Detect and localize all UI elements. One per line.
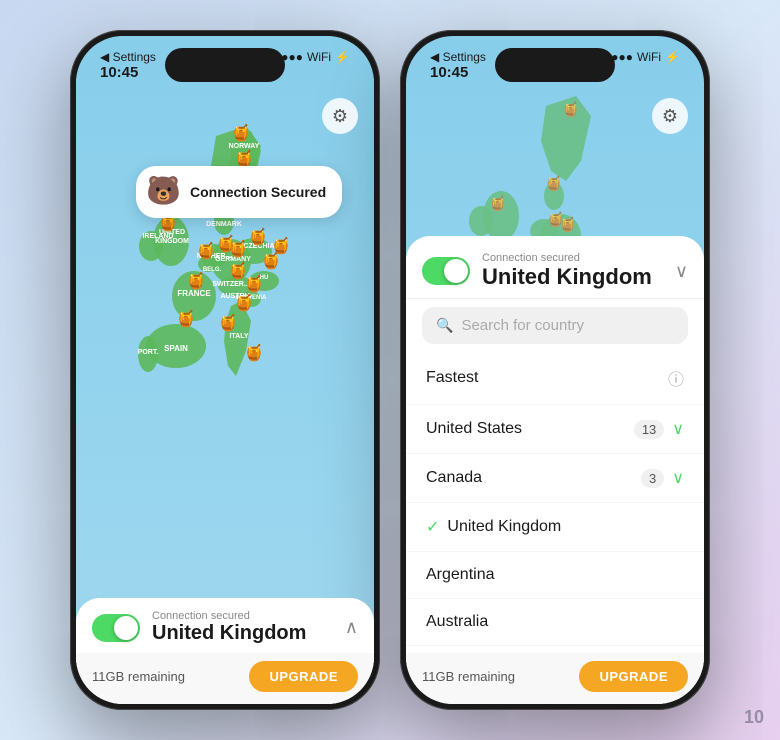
svg-text:DENMARK: DENMARK (206, 221, 242, 228)
back-button-left[interactable]: ◀ Settings (100, 50, 156, 64)
list-item-argentina[interactable]: Argentina (406, 552, 704, 599)
svg-text:NORWAY: NORWAY (229, 143, 260, 150)
svg-text:🍯: 🍯 (228, 261, 248, 280)
back-button-right[interactable]: ◀ Settings (430, 50, 486, 64)
time-right: 10:45 (430, 64, 486, 81)
svg-text:🍯: 🍯 (562, 101, 579, 118)
dynamic-island-left (165, 48, 285, 82)
connection-secured-text: Connection Secured (190, 184, 326, 200)
vpn-toggle-left[interactable] (92, 614, 140, 642)
svg-text:🍯: 🍯 (231, 123, 251, 142)
toggle-knob-right (444, 259, 468, 283)
svg-text:🍯: 🍯 (176, 309, 196, 328)
svg-text:🍯: 🍯 (271, 236, 291, 255)
chevron-icon-us: ∨ (672, 419, 684, 439)
phone-left: ◀ Settings 10:45 ●●● WiFi ⚡ (70, 30, 380, 710)
status-icons-left: ●●● WiFi ⚡ (281, 50, 350, 64)
bottom-bar-left: 11GB remaining UPGRADE (76, 653, 374, 704)
svg-text:🍯: 🍯 (196, 241, 216, 260)
country-name-australia: Australia (426, 613, 684, 631)
svg-text:PORT.: PORT. (138, 349, 159, 356)
dynamic-island-right (495, 48, 615, 82)
data-remaining-right: 11GB remaining (422, 669, 515, 684)
svg-text:🍯: 🍯 (545, 175, 562, 192)
check-icon-uk: ✓ (426, 517, 439, 537)
svg-text:SPAIN: SPAIN (164, 344, 188, 353)
panel-header: Connection secured United Kingdom ∨ (406, 236, 704, 299)
connection-row-left: Connection secured United Kingdom ∧ (76, 598, 374, 653)
country-badge-canada: 3 (641, 469, 664, 488)
svg-text:ITALY: ITALY (229, 333, 248, 340)
country-name-argentina: Argentina (426, 566, 684, 584)
list-item-austria[interactable]: Austria (406, 646, 704, 653)
status-icons-right: ●●● WiFi ⚡ (611, 50, 680, 64)
svg-text:🍯: 🍯 (218, 313, 238, 332)
country-list-panel: Connection secured United Kingdom ∨ 🔍 Se… (406, 236, 704, 704)
country-badge-us: 13 (634, 420, 664, 439)
chevron-up-left[interactable]: ∧ (345, 617, 358, 638)
svg-text:🍯: 🍯 (234, 293, 254, 312)
svg-text:🍯: 🍯 (244, 343, 264, 362)
watermark: 10 (744, 707, 764, 728)
connection-badge-map: 🐻 Connection Secured (136, 166, 342, 218)
gear-icon-right: ⚙ (662, 106, 678, 127)
panel-country-name: United Kingdom (482, 264, 663, 290)
svg-text:🍯: 🍯 (489, 195, 506, 212)
chevron-down-icon[interactable]: ∨ (675, 261, 688, 282)
list-item-canada[interactable]: Canada 3 ∨ (406, 454, 704, 503)
country-name-fastest: Fastest (426, 369, 668, 387)
info-icon-fastest: ⓘ (668, 366, 684, 390)
search-bar[interactable]: 🔍 Search for country (422, 307, 688, 344)
search-placeholder: Search for country (461, 317, 584, 334)
gear-button-right[interactable]: ⚙ (652, 98, 688, 134)
chevron-icon-canada: ∨ (672, 468, 684, 488)
time-left: 10:45 (100, 64, 156, 81)
svg-text:KINGDOM: KINGDOM (155, 238, 189, 245)
list-item-uk[interactable]: ✓ United Kingdom (406, 503, 704, 552)
country-name-us: United States (426, 420, 634, 438)
gear-button-left[interactable]: ⚙ (322, 98, 358, 134)
svg-text:🍯: 🍯 (228, 239, 248, 258)
list-item-us[interactable]: United States 13 ∨ (406, 405, 704, 454)
upgrade-button-left[interactable]: UPGRADE (249, 661, 358, 692)
gear-icon-left: ⚙ (332, 106, 348, 127)
svg-text:🍯: 🍯 (559, 216, 576, 233)
connection-country-left: United Kingdom (152, 622, 333, 645)
panel-connection-info: Connection secured United Kingdom (482, 252, 663, 290)
connection-info-left: Connection secured United Kingdom (152, 610, 333, 645)
panel-connection-label: Connection secured (482, 252, 663, 264)
country-name-canada: Canada (426, 469, 641, 487)
list-item-fastest[interactable]: Fastest ⓘ (406, 352, 704, 405)
country-name-uk: United Kingdom (447, 518, 684, 536)
country-list: Fastest ⓘ United States 13 ∨ Canada 3 ∨ … (406, 352, 704, 653)
search-icon: 🔍 (436, 317, 453, 334)
list-item-australia[interactable]: Australia (406, 599, 704, 646)
svg-text:🍯: 🍯 (248, 227, 268, 246)
svg-text:FRANCE: FRANCE (177, 289, 211, 298)
bottom-bar-right: 11GB remaining UPGRADE (406, 653, 704, 704)
toggle-knob-left (114, 616, 138, 640)
upgrade-button-right[interactable]: UPGRADE (579, 661, 688, 692)
data-remaining-left: 11GB remaining (92, 669, 185, 684)
bottom-panel-left: Connection secured United Kingdom ∧ 11GB… (76, 598, 374, 704)
svg-text:🍯: 🍯 (186, 271, 206, 290)
phone-right: ◀ Settings 10:45 ●●● WiFi ⚡ ⚙ 🍯 🍯 🍯 🍯 (400, 30, 710, 710)
bear-icon: 🐻 (146, 174, 182, 210)
vpn-toggle-right[interactable] (422, 257, 470, 285)
connection-label-left: Connection secured (152, 610, 333, 622)
